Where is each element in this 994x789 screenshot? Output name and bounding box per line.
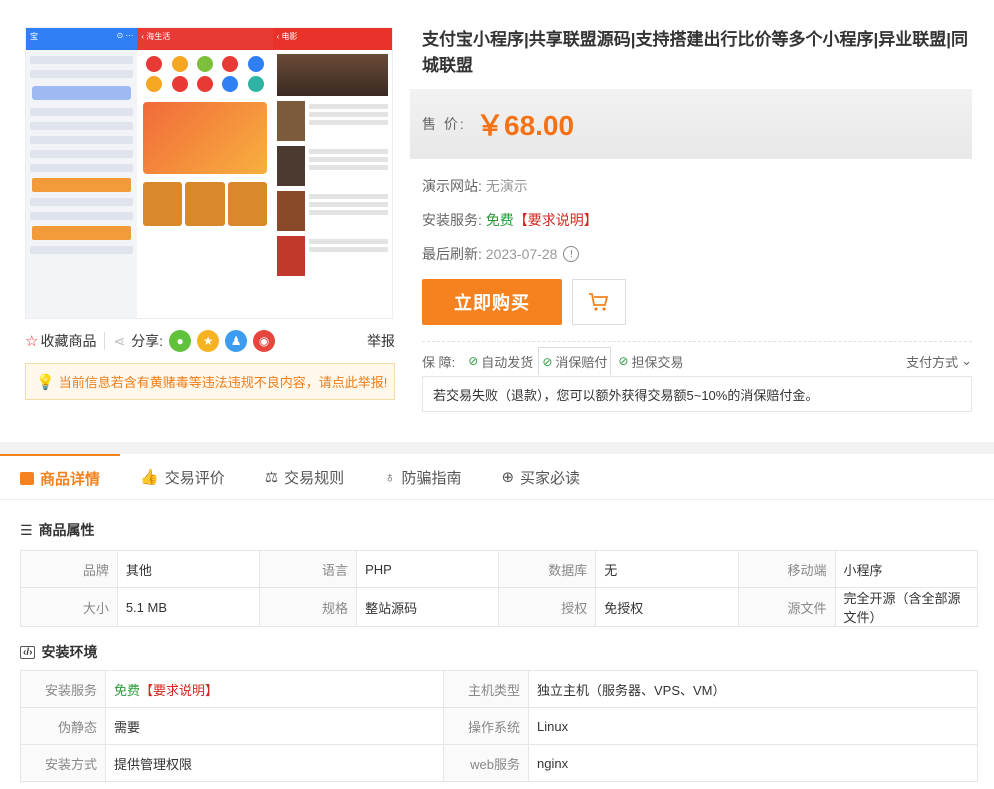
demo-row: 演示网站: 无演示 — [422, 178, 528, 194]
add-to-cart-button[interactable] — [572, 279, 626, 325]
wechat-icon[interactable]: ● — [169, 330, 192, 352]
refresh-row: 最后刷新: 2023-07-28 ! — [410, 237, 972, 271]
check-icon: ⊘ — [542, 354, 553, 369]
cart-icon — [589, 293, 609, 311]
install-note-link[interactable]: 【要求说明】 — [140, 683, 218, 698]
weibo-icon[interactable]: ◉ — [253, 330, 276, 352]
detail-tabs: 商品详情 👍 交易评价 ⚖ 交易规则 ♁ 防骗指南 ⊕ 买家必读 — [0, 454, 994, 500]
buy-now-button[interactable]: 立即购买 — [422, 279, 562, 325]
tab-anti-fraud[interactable]: ♁ 防骗指南 — [364, 454, 481, 500]
qq-icon[interactable]: ♟ — [225, 330, 248, 352]
payment-method-dropdown[interactable]: 支付方式 ⌄ — [906, 352, 972, 371]
product-image[interactable]: 宝 ⊙ ⋯ ‹ 海生活 ‹ 电影 — [25, 27, 393, 319]
install-row: 安装服务: 免费 【要求说明】 — [422, 210, 598, 230]
environment-table: 安装服务 免费【要求说明】 主机类型 独立主机（服务器、VPS、VM） 伪静态 需要… — [20, 670, 978, 782]
price-box: 售 价: ￥68.00 — [410, 89, 972, 159]
guarantee-escrow[interactable]: ⊘ 担保交易 — [615, 347, 686, 375]
lightbulb-icon: 💡 — [36, 373, 55, 391]
screenshot-alipay-mini: 宝 ⊙ ⋯ — [26, 28, 138, 318]
tab-reviews[interactable]: 👍 交易评价 — [120, 454, 245, 500]
table-row: 伪静态 需要 操作系统 Linux — [20, 707, 978, 745]
divider — [422, 341, 972, 342]
tab-trade-rules[interactable]: ⚖ 交易规则 — [245, 454, 364, 500]
thumbs-up-icon: 👍 — [140, 469, 159, 486]
screenshot-life-service: ‹ 海生活 — [137, 28, 273, 318]
qzone-icon[interactable]: ★ — [197, 330, 220, 352]
share-icon: ⋖ — [113, 332, 126, 349]
table-row: 安装方式 提供管理权限 web服务 nginx — [20, 744, 978, 782]
table-row: 大小 5.1 MB 规格 整站源码 授权 免授权 源文件 完全开源（含全部源文件） — [20, 587, 979, 627]
section-title-attributes: ☰ 商品属性 — [20, 521, 95, 539]
install-note-link[interactable]: 【要求说明】 — [514, 210, 598, 230]
report-link[interactable]: 举报 — [367, 331, 395, 351]
divider — [104, 332, 106, 350]
section-title-environment: ‹/› 安装环境 — [20, 642, 97, 662]
bulb-icon: ♁ — [384, 468, 396, 486]
tab-product-details[interactable]: 商品详情 — [0, 454, 121, 500]
guarantee-compensation[interactable]: ⊘ 消保赔付 — [538, 347, 612, 375]
check-icon: ⊘ — [468, 354, 479, 368]
code-icon: ‹/› — [20, 645, 36, 659]
info-icon[interactable]: ! — [563, 246, 580, 262]
section-divider — [0, 442, 994, 454]
check-icon: ⊘ — [618, 354, 629, 368]
table-row: 品牌 其他 语言 PHP 数据库无 移动端 小程序 — [20, 550, 979, 588]
screenshot-movie: ‹ 电影 — [272, 28, 392, 318]
scale-icon: ⚖ — [264, 469, 279, 486]
guarantee-auto-delivery[interactable]: ⊘ 自动发货 — [465, 347, 536, 375]
guarantee-bar: 保 障: ⊘ 自动发货 ⊘ 消保赔付 ⊘ 担保交易 支付方式 ⌄ — [410, 346, 972, 376]
product-title: 支付宝小程序|共享联盟源码|支持搭建出行比价等多个小程序|异业联盟|同城联盟 — [422, 30, 969, 75]
search-list-icon: ☰ — [20, 521, 33, 538]
report-notice[interactable]: 💡 当前信息若含有黄赌毒等违法违规不良内容，请点此举报! — [25, 363, 395, 400]
target-icon: ⊕ — [501, 469, 515, 486]
guarantee-description: 若交易失败（退款），您可以额外获得交易额5~10%的消保赔付金。 — [422, 376, 972, 412]
chevron-down-icon: ⌄ — [961, 353, 972, 368]
star-outline-icon: ☆ — [25, 333, 39, 350]
details-icon — [20, 471, 34, 485]
favorite-button[interactable]: ☆ 收藏商品 — [25, 331, 96, 351]
attributes-table: 品牌 其他 语言 PHP 数据库无 移动端 小程序 大小 5.1 MB 规格 整站源码 授… — [20, 550, 979, 627]
tab-buyer-notes[interactable]: ⊕ 买家必读 — [481, 454, 600, 500]
table-row: 安装服务 免费【要求说明】 主机类型 独立主机（服务器、VPS、VM） — [20, 670, 978, 708]
share-label: 分享: — [131, 333, 164, 349]
price-value: ￥68.00 — [476, 110, 575, 141]
